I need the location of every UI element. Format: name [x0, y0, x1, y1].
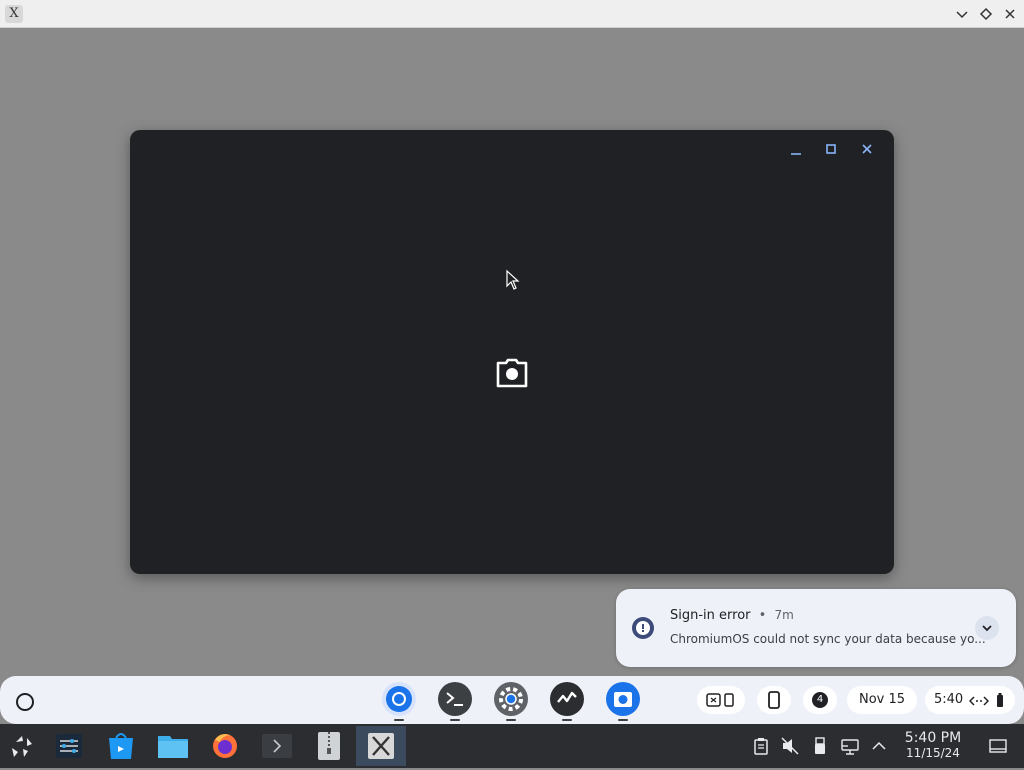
notification-title-row: Sign-in error • 7m — [670, 608, 794, 623]
app-launcher-icon[interactable] — [8, 732, 36, 760]
host-taskbar: 5:40 PM 11/15/24 — [0, 724, 1024, 768]
network-wired-icon[interactable] — [840, 736, 860, 756]
mouse-cursor-icon — [505, 269, 521, 291]
minimize-button[interactable] — [785, 142, 807, 158]
system-tray[interactable]: 5:40 — [925, 686, 1015, 714]
task-file-manager[interactable] — [148, 726, 198, 766]
task-settings[interactable] — [44, 726, 94, 766]
diamond-icon[interactable] — [977, 5, 995, 23]
battery-icon — [996, 692, 1004, 712]
task-app-store[interactable] — [96, 726, 146, 766]
close-button[interactable] — [856, 142, 878, 158]
usb-drive-icon[interactable] — [810, 736, 830, 756]
chrome-app-icon[interactable] — [382, 682, 416, 716]
clock-time: 5:40 PM — [904, 730, 962, 746]
maximize-button[interactable] — [820, 142, 842, 158]
camera-app-icon[interactable] — [606, 682, 640, 716]
notification-separator: • — [758, 608, 767, 623]
notification-card[interactable]: Sign-in error • 7m ChromiumOS could not … — [616, 589, 1016, 667]
task-x11-app[interactable] — [356, 726, 406, 766]
task-terminal[interactable] — [252, 726, 302, 766]
network-icon — [968, 693, 990, 712]
chrome-running-indicator — [394, 719, 404, 721]
task-firefox[interactable] — [200, 726, 250, 766]
chevron-down-icon[interactable] — [953, 5, 971, 23]
notification-age: 7m — [774, 608, 794, 622]
camera-window — [130, 130, 894, 574]
shelf-date[interactable]: Nov 15 — [847, 686, 917, 714]
volume-muted-icon[interactable] — [780, 736, 800, 756]
host-app-icon: X — [5, 5, 23, 23]
shelf-time: 5:40 — [934, 692, 964, 707]
terminal-app-icon[interactable] — [438, 682, 472, 716]
notification-body: ChromiumOS could not sync your data beca… — [670, 632, 986, 646]
screen-capture-button[interactable] — [697, 686, 745, 714]
task-archive[interactable] — [304, 726, 354, 766]
host-titlebar: X — [0, 0, 1024, 28]
shelf: 4 Nov 15 5:40 — [0, 676, 1024, 724]
settings-running-indicator — [506, 719, 516, 721]
close-icon[interactable] — [1001, 5, 1019, 23]
clock-date: 11/15/24 — [906, 746, 960, 760]
camera-running-indicator — [618, 719, 628, 721]
camera-icon — [495, 357, 529, 389]
expand-button[interactable] — [975, 616, 999, 640]
terminal-running-indicator — [450, 719, 460, 721]
phone-hub-button[interactable] — [757, 686, 791, 714]
diagnostics-running-indicator — [562, 719, 572, 721]
clipboard-icon[interactable] — [751, 736, 771, 756]
settings-app-icon[interactable] — [494, 682, 528, 716]
notification-count-badge: 4 — [812, 692, 828, 708]
notification-title: Sign-in error — [670, 608, 751, 623]
taskbar-clock[interactable]: 5:40 PM 11/15/24 — [898, 730, 968, 760]
notification-counter[interactable]: 4 — [803, 686, 837, 714]
chevron-up-icon[interactable] — [869, 736, 889, 756]
launcher-button[interactable] — [16, 693, 34, 711]
show-desktop-icon[interactable] — [988, 736, 1008, 756]
diagnostics-app-icon[interactable] — [550, 682, 584, 716]
alert-icon — [632, 617, 654, 639]
